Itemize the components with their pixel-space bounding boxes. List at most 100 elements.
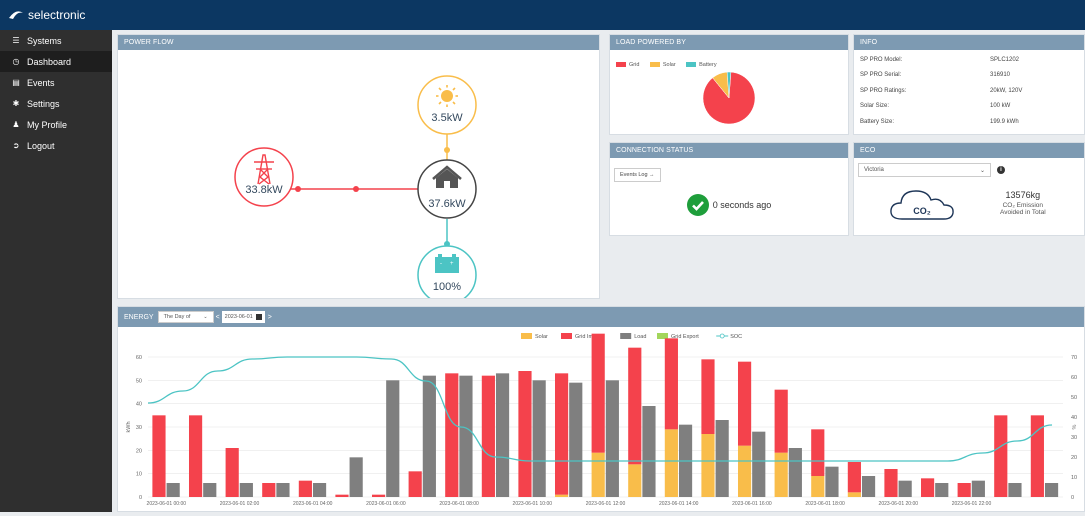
bar-grid-import[interactable] [847, 462, 861, 493]
co2-value: 13576kg [1005, 190, 1041, 200]
sidebar-item-systems[interactable]: ☰ Systems [0, 30, 112, 51]
co2-cloud-icon: CO₂ [890, 190, 954, 220]
chart-legend-solar[interactable]: Solar [521, 333, 548, 340]
cloud-co2-text: CO₂ [913, 206, 931, 216]
bar-grid-import[interactable] [445, 373, 459, 497]
bar-grid-import[interactable] [225, 448, 239, 497]
battery-node[interactable]: - + 100% [417, 245, 477, 305]
grid-node[interactable]: 33.8kW [234, 147, 294, 207]
bar-load[interactable] [605, 380, 619, 497]
bar-load[interactable] [1044, 483, 1059, 497]
events-log-button[interactable]: Events Log → [614, 168, 661, 182]
chart-legend-grid-export[interactable]: Grid Export [657, 333, 699, 340]
chart-legend-load[interactable]: Load [620, 333, 646, 340]
prev-day-button[interactable]: < [216, 314, 220, 321]
energy-header: ENERGY The Day of ⌄ < 2023-06-01 > [118, 307, 1084, 327]
flow-dot-solar [444, 147, 450, 153]
chevron-down-icon: ⌄ [979, 167, 985, 174]
sidebar-item-dashboard[interactable]: ◷ Dashboard [0, 51, 112, 72]
bar-grid-import[interactable] [298, 480, 312, 497]
bar-load[interactable] [935, 483, 949, 497]
bar-solar[interactable] [591, 452, 605, 497]
sidebar-item-logout[interactable]: ➲ Logout [0, 135, 112, 156]
bar-grid-import[interactable] [701, 359, 715, 434]
bar-load[interactable] [642, 406, 656, 497]
bar-grid-import[interactable] [262, 483, 276, 497]
y2-tick-label: 40 [1071, 415, 1077, 421]
sidebar-item-my-profile[interactable]: ♟ My Profile [0, 114, 112, 135]
bar-load[interactable] [276, 483, 290, 497]
bar-solar[interactable] [847, 492, 861, 497]
solar-node[interactable]: 3.5kW [417, 75, 477, 135]
bar-grid-import[interactable] [371, 494, 386, 497]
gear-icon: ✱ [12, 99, 20, 108]
next-day-button[interactable]: > [268, 314, 272, 321]
bar-grid-import[interactable] [920, 478, 935, 497]
bar-grid-import[interactable] [628, 347, 642, 465]
brand-name[interactable]: selectronic [28, 8, 85, 22]
bar-grid-import[interactable] [481, 375, 495, 497]
bar-grid-import[interactable] [591, 333, 605, 453]
bar-grid-import[interactable] [408, 471, 422, 497]
bar-load[interactable] [312, 483, 327, 497]
bar-solar[interactable] [664, 429, 678, 497]
bar-grid-import[interactable] [994, 415, 1008, 497]
bar-load[interactable] [422, 375, 436, 497]
chart-legend-soc[interactable]: SOC [716, 333, 742, 340]
bar-load[interactable] [825, 466, 839, 497]
bar-solar[interactable] [774, 452, 788, 497]
bar-grid-import[interactable] [774, 389, 788, 453]
bar-load[interactable] [239, 483, 253, 497]
bar-grid-import[interactable] [737, 361, 752, 446]
period-select[interactable]: The Day of ⌄ [157, 311, 214, 323]
sidebar-item-label: Settings [27, 98, 60, 109]
bar-solar[interactable] [554, 494, 569, 497]
date-picker[interactable]: 2023-06-01 [221, 311, 265, 323]
region-select[interactable]: Victoria ⌄ [858, 163, 991, 177]
info-icon[interactable]: i [997, 166, 1005, 174]
svg-text:Solar: Solar [535, 334, 548, 340]
bar-load[interactable] [386, 380, 400, 497]
x-tick-label: 2023-06-01 20:00 [879, 501, 919, 507]
brand-logo-icon [9, 11, 23, 19]
bar-load[interactable] [349, 457, 363, 497]
bar-load[interactable] [1008, 483, 1022, 497]
info-row-model: SP PRO Model: SPLC1202 [860, 56, 1020, 63]
info-row-solar-size: Solar Size: 100 kW [860, 103, 1011, 110]
bar-grid-import[interactable] [884, 469, 898, 497]
bar-solar[interactable] [737, 445, 752, 497]
bar-load[interactable] [715, 420, 729, 497]
flow-dot-grid-2 [353, 186, 359, 192]
bar-grid-import[interactable] [152, 415, 166, 497]
bar-solar[interactable] [811, 476, 825, 497]
bar-load[interactable] [459, 375, 473, 497]
bar-load[interactable] [971, 480, 985, 497]
bar-load[interactable] [788, 448, 802, 497]
bar-load[interactable] [569, 382, 583, 497]
bar-solar[interactable] [628, 464, 642, 497]
battery-soc-value: 100% [433, 281, 461, 293]
bar-grid-import[interactable] [664, 338, 678, 430]
svg-text:+: + [450, 261, 454, 267]
bar-grid-import[interactable] [188, 415, 203, 497]
sidebar-item-settings[interactable]: ✱ Settings [0, 93, 112, 114]
bar-load[interactable] [166, 483, 180, 497]
bar-grid-import[interactable] [518, 371, 532, 497]
bar-grid-import[interactable] [811, 429, 825, 476]
y2-tick-label: 50 [1071, 395, 1077, 401]
y-tick-label: 60 [136, 355, 142, 361]
y2-tick-label: 20 [1071, 455, 1077, 461]
bar-load[interactable] [898, 480, 912, 497]
bar-load[interactable] [752, 431, 766, 497]
bar-load[interactable] [861, 476, 876, 497]
load-node[interactable]: 37.6kW [417, 159, 477, 219]
bar-grid-import[interactable] [554, 373, 569, 495]
bar-load[interactable] [532, 380, 546, 497]
sidebar-item-events[interactable]: ▤ Events [0, 72, 112, 93]
bar-grid-import[interactable] [335, 494, 349, 497]
bar-load[interactable] [203, 483, 217, 497]
bar-solar[interactable] [701, 434, 715, 497]
bar-load[interactable] [495, 373, 510, 497]
energy-panel: ENERGY The Day of ⌄ < 2023-06-01 > Solar… [117, 306, 1085, 512]
bar-grid-import[interactable] [957, 483, 971, 497]
